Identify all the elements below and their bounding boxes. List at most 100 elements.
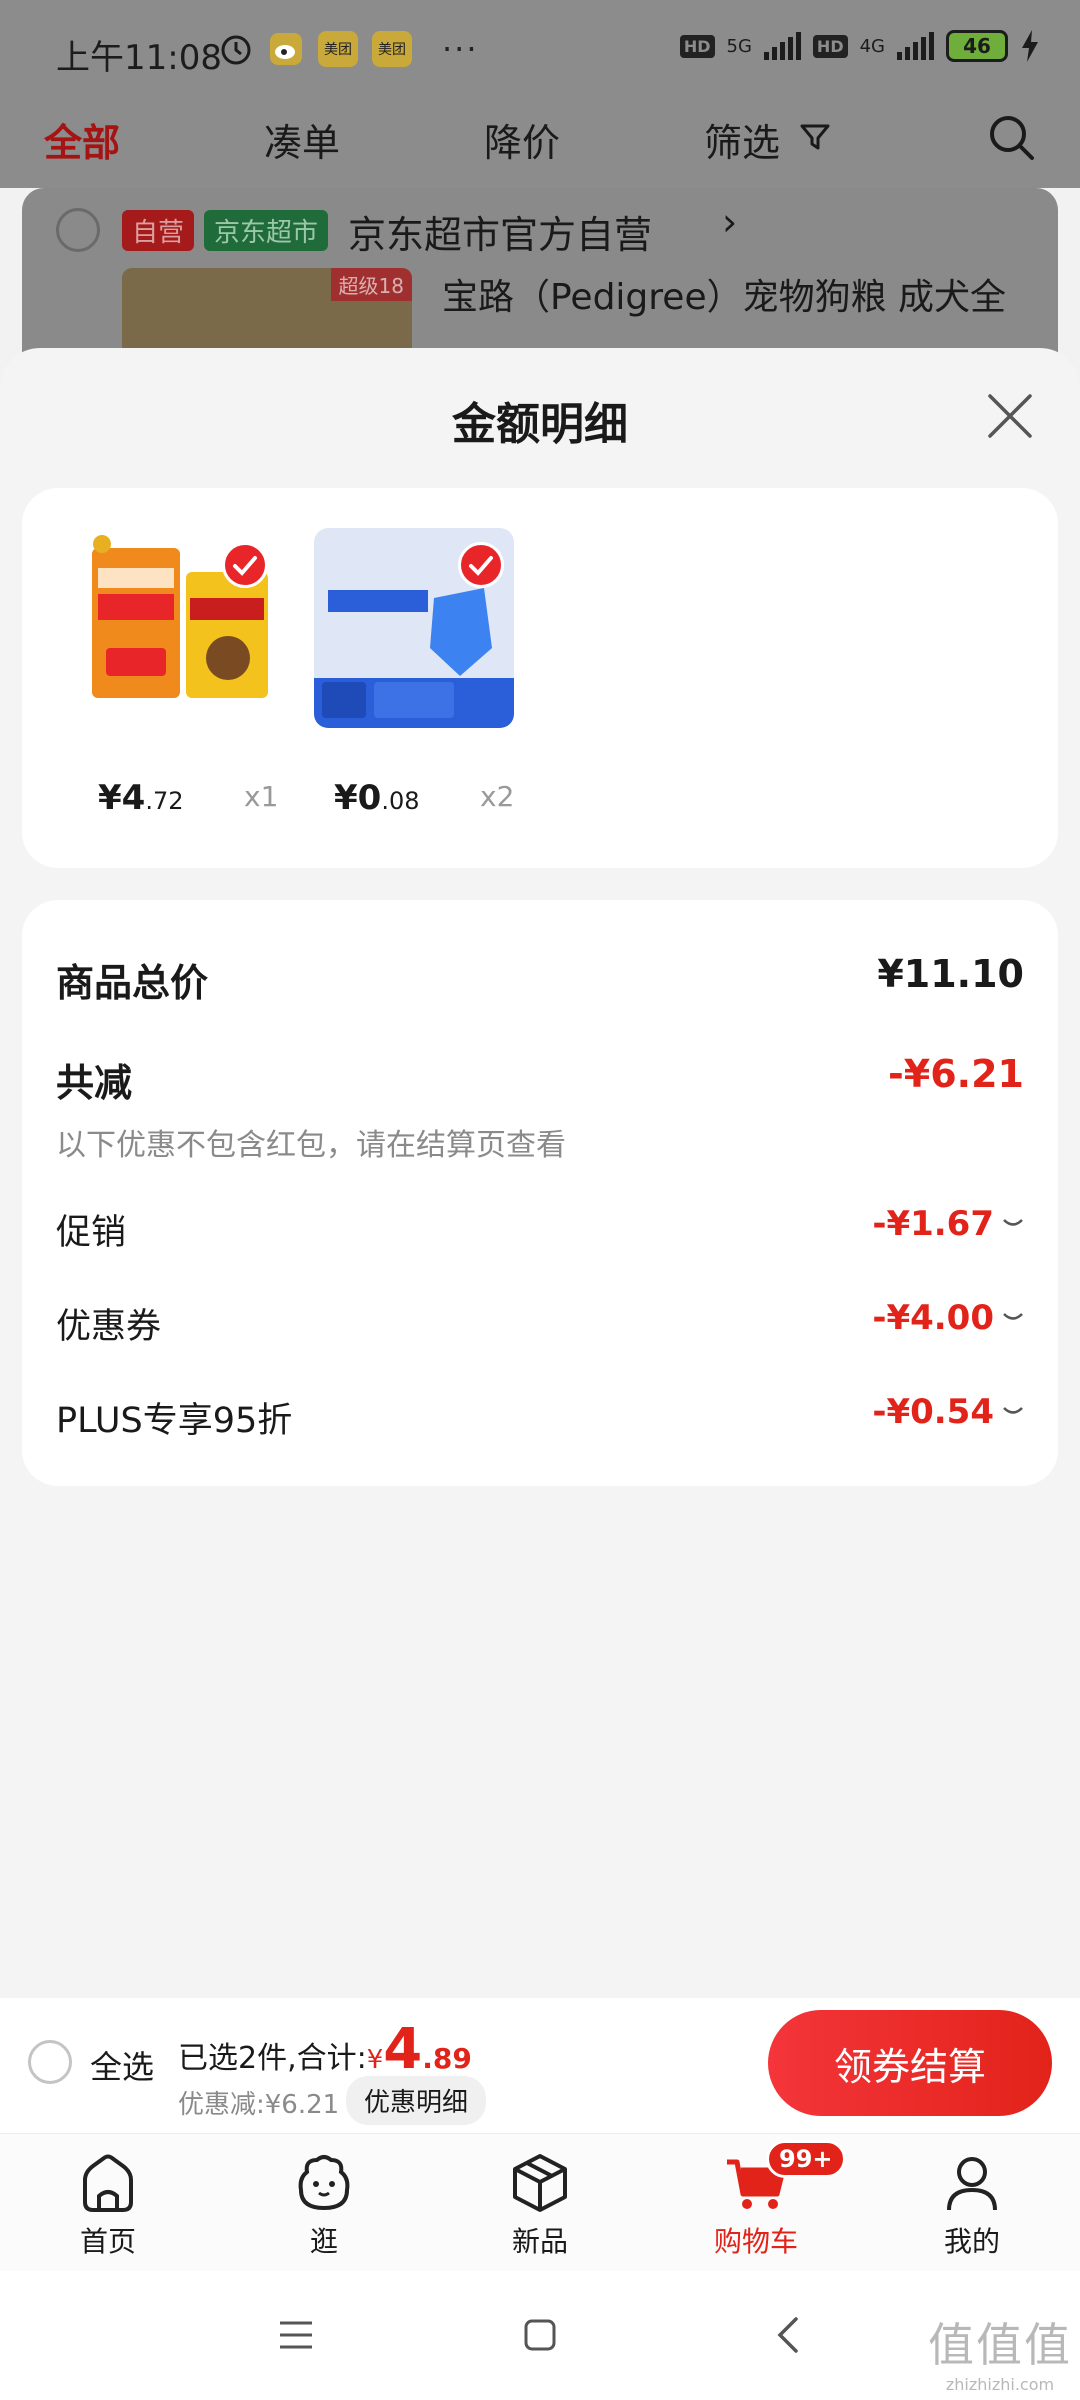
tab-filter[interactable]: 筛选 [704,112,780,167]
ziying-tag: 自营 [122,210,195,251]
nav-label: 购物车 [713,2225,798,2258]
check-icon [222,542,268,588]
product-title[interactable]: 宝路（Pedigree）宠物狗粮 成犬全 [442,268,1006,320]
selected-items-card: ¥4.72 x1 ¥0.08 x2 [22,488,1058,868]
plus-discount-row[interactable]: PLUS专享95折 -¥0.54 [56,1392,1024,1442]
status-notification-icons: 美团 美团 ··· [218,30,479,68]
menu-icon[interactable] [272,2311,320,2359]
signal-icon [897,32,934,60]
store-name[interactable]: 京东超市官方自营 [348,204,652,259]
total-reduce-row: 共减 -¥6.21 [56,1052,1024,1105]
hd-icon: HD [679,34,715,58]
tab-price-drop[interactable]: 降价 [484,112,560,167]
cube-icon [513,2154,567,2212]
checkout-bar: 全选 已选2件,合计: ¥ 4 .89 优惠减:¥6.21 优惠明细 领券结算 [0,1998,1080,2133]
home-square-icon[interactable] [516,2311,564,2359]
filter-icon[interactable] [798,120,832,154]
meituan-icon: 美团 [372,31,412,67]
currency-symbol: ¥ [366,2045,384,2075]
cart-count-badge: 99+ [766,2140,846,2178]
total-decimal: .89 [422,2042,472,2075]
more-notifications: ··· [442,30,479,68]
alarm-icon [221,35,251,65]
nav-home[interactable]: 首页 [48,2148,168,2260]
search-icon[interactable] [986,112,1036,162]
discount-detail-button[interactable]: 优惠明细 [346,2076,487,2125]
nav-new-products[interactable]: 新品 [480,2148,600,2260]
network-type: 5G [726,35,752,57]
tab-all[interactable]: 全部 [44,112,120,167]
chaoshi-tag: 京东超市 [204,210,329,251]
discount-summary: 优惠减:¥6.21 [178,2090,340,2120]
nav-label: 逛 [309,2225,338,2258]
system-navigation-bar: 值值值 zhizhizhi.com [0,2271,1080,2400]
total-reduce-label: 共减 [56,1061,133,1105]
back-icon[interactable] [766,2311,814,2359]
watermark-url: zhizhizhi.com [945,2375,1055,2394]
hair-test-thumbnail [314,528,514,728]
total-integer: 4 [383,2017,423,2082]
amount-detail-sheet: 金额明细 ¥4.72 x1 ¥0.08 x2 商品总价 ¥11.10 共减 -¥… [0,348,1080,1998]
total-price-row: 商品总价 ¥11.10 [56,952,1024,1005]
bottom-navigation: 首页 逛 新品 99+ 购物车 我的 [0,2133,1080,2271]
face-icon [298,2155,350,2211]
nav-profile[interactable]: 我的 [912,2148,1032,2260]
price-summary-card: 商品总价 ¥11.10 共减 -¥6.21 以下优惠不包含红包，请在结算页查看 … [22,900,1058,1486]
coupon-row[interactable]: 优惠券 -¥4.00 [56,1298,1024,1348]
item-quantity: x2 [480,780,515,813]
tab-coudan[interactable]: 凑单 [264,112,340,167]
status-bar: 上午11:08 美团 美团 ··· HD 5G HD 4G 46 [0,0,1080,100]
promo-value[interactable]: -¥1.67 [872,1204,1024,1244]
item-quantity: x1 [244,780,279,813]
status-time: 上午11:08 [56,38,222,78]
plus-discount-label: PLUS专享95折 [56,1401,293,1441]
status-system-icons: HD 5G HD 4G 46 [679,30,1040,62]
select-all-label[interactable]: 全选 [90,2042,154,2088]
chevron-down-icon [1003,1407,1023,1414]
cart-filter-tabs: 全部 凑单 降价 筛选 [0,100,1080,188]
meituan-icon: 美团 [318,31,358,67]
total-price-label: 商品总价 [56,961,209,1005]
dog-food-thumbnail [78,528,278,728]
checkout-button[interactable]: 领券结算 [768,2010,1052,2116]
nav-label: 首页 [79,2225,136,2258]
nav-browse[interactable]: 逛 [264,2148,384,2260]
coupon-label: 优惠券 [56,1307,162,1347]
nav-label: 新品 [511,2225,568,2258]
discount-hint: 以下优惠不包含红包，请在结算页查看 [56,1128,566,1163]
weibo-icon [270,33,302,65]
check-icon [458,542,504,588]
hd-icon: HD [812,34,848,58]
nav-label: 我的 [943,2225,1000,2258]
charging-icon [1022,30,1038,62]
item-price: ¥4.72 [98,778,184,818]
promo-row[interactable]: 促销 -¥1.67 [56,1204,1024,1254]
selected-total: 已选2件,合计: ¥ 4 .89 [178,2017,472,2082]
promo-label: 促销 [56,1213,127,1253]
total-reduce-value: -¥6.21 [888,1052,1024,1096]
site-watermark: 值值值 zhizhizhi.com [928,2309,1072,2394]
select-all-radio[interactable] [28,2040,72,2084]
close-icon[interactable] [984,390,1036,442]
sheet-title: 金额明细 [452,399,628,450]
discount-hint-row: 以下优惠不包含红包，请在结算页查看 [56,1120,1024,1163]
plus-discount-value[interactable]: -¥0.54 [872,1392,1024,1432]
nav-cart[interactable]: 99+ 购物车 [696,2140,846,2260]
total-price-value: ¥11.10 [877,952,1024,996]
selected-item[interactable]: ¥4.72 x1 [78,528,298,828]
person-icon [947,2157,997,2211]
chevron-down-icon [1003,1219,1023,1226]
signal-icon [763,32,801,60]
battery-icon: 46 [946,30,1008,62]
home-icon [83,2154,133,2212]
store-select-radio[interactable] [56,208,100,252]
super18-badge: 超级18 [330,268,412,301]
network-type: 4G [859,35,885,57]
chevron-right-icon: › [722,200,738,244]
selected-count: 已选2件,合计: [178,2041,367,2076]
coupon-value[interactable]: -¥4.00 [872,1298,1024,1338]
watermark-logo: 值值值 [928,2318,1072,2372]
chevron-down-icon [1003,1313,1023,1320]
item-price: ¥0.08 [334,778,420,818]
selected-item[interactable]: ¥0.08 x2 [314,528,534,828]
